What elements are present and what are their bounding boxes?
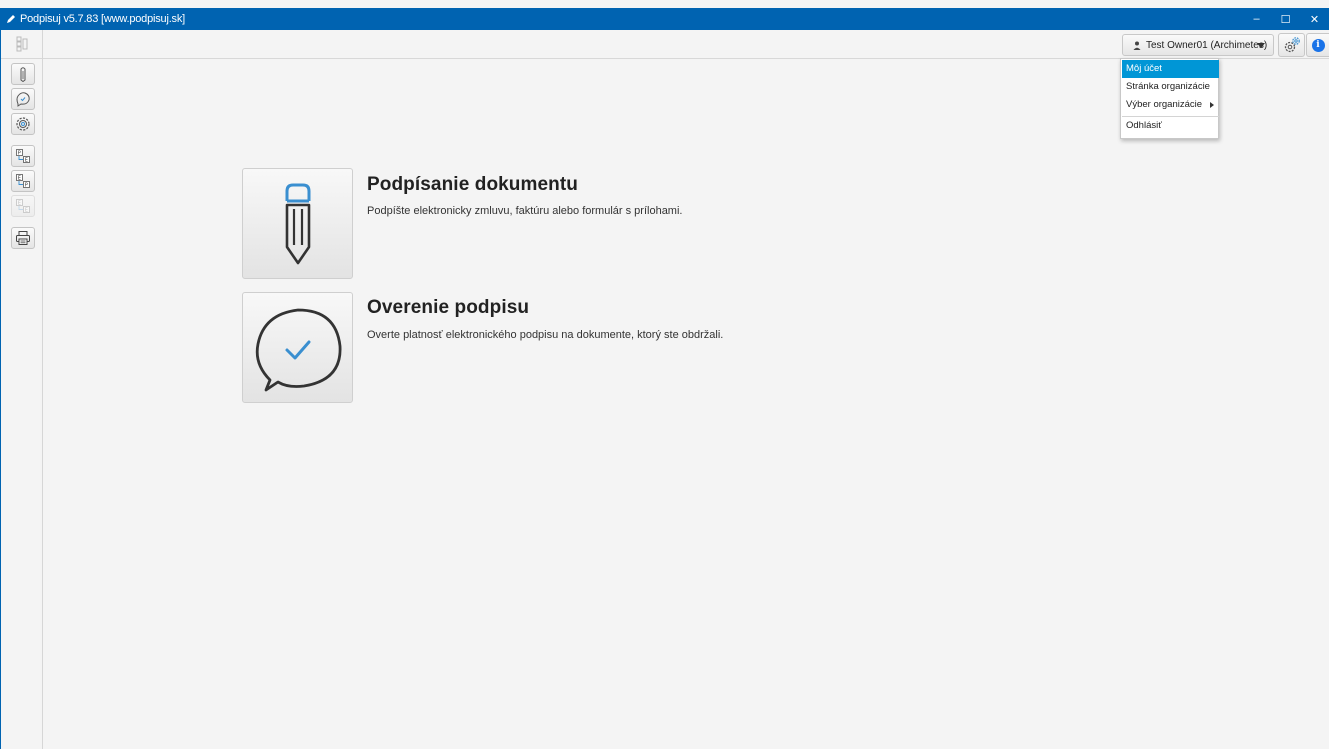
window-title: Podpisuj v5.7.83 [www.podpisuj.sk] xyxy=(20,13,186,25)
sign-tool-button[interactable] xyxy=(11,63,35,85)
svg-text:E: E xyxy=(18,201,21,207)
sidebar-divider xyxy=(42,30,43,749)
export-e-button[interactable]: E P xyxy=(11,170,35,192)
menu-item-select-organization-label: Výber organizácie xyxy=(1126,99,1203,110)
panel-toggle-icon[interactable] xyxy=(9,33,34,55)
gears-icon xyxy=(1284,37,1300,53)
submenu-arrow-icon xyxy=(1210,102,1214,108)
user-account-dropdown[interactable]: Test Owner01 (Archimetes) xyxy=(1122,34,1274,56)
window-titlebar: Podpisuj v5.7.83 [www.podpisuj.sk] – ☐ ✕ xyxy=(0,8,1329,30)
sign-document-title[interactable]: Podpísanie dokumentu xyxy=(367,174,578,196)
chevron-down-icon xyxy=(1257,43,1265,48)
sign-document-button[interactable] xyxy=(242,168,353,279)
print-button[interactable] xyxy=(11,227,35,249)
settings-button[interactable] xyxy=(1278,33,1305,57)
gear-icon xyxy=(16,117,30,131)
verify-signature-title[interactable]: Overenie podpisu xyxy=(367,297,529,319)
info-button[interactable]: i xyxy=(1306,33,1329,57)
export-p-button[interactable]: P E xyxy=(11,145,35,167)
export-disabled-button[interactable]: E E xyxy=(11,195,35,217)
svg-text:P: P xyxy=(18,151,21,157)
window-frame-left xyxy=(0,30,1,749)
maximize-button[interactable]: ☐ xyxy=(1271,8,1300,30)
pen-icon xyxy=(285,183,310,264)
menu-item-select-organization[interactable]: Výber organizácie xyxy=(1122,96,1219,114)
close-button[interactable]: ✕ xyxy=(1300,8,1329,30)
user-name-label: Test Owner01 (Archimetes) xyxy=(1146,39,1268,51)
info-icon: i xyxy=(1311,38,1325,52)
user-icon xyxy=(1133,41,1141,50)
user-dropdown-menu: Môj účet Stránka organizácie Výber organ… xyxy=(1120,58,1219,139)
verify-tool-button[interactable] xyxy=(11,88,35,110)
verify-signature-button[interactable] xyxy=(242,292,353,403)
check-bubble-icon xyxy=(255,308,341,391)
svg-text:E: E xyxy=(25,158,28,164)
verify-bubble-icon xyxy=(16,92,30,107)
minimize-button[interactable]: – xyxy=(1242,8,1271,30)
export-disabled-icon: E E xyxy=(16,199,30,214)
paperclip-pen-icon xyxy=(20,67,26,82)
sign-document-description: Podpíšte elektronicky zmluvu, faktúru al… xyxy=(367,205,683,217)
verify-signature-description: Overte platnosť elektronického podpisu n… xyxy=(367,329,724,341)
settings-tool-button[interactable] xyxy=(11,113,35,135)
svg-text:P: P xyxy=(25,183,28,189)
printer-icon xyxy=(16,231,30,245)
svg-text:E: E xyxy=(18,176,21,182)
menu-item-logout[interactable]: Odhlásiť xyxy=(1122,117,1219,135)
svg-text:E: E xyxy=(25,208,28,214)
pen-logo-icon xyxy=(7,15,15,23)
export-e-icon: E P xyxy=(16,174,30,189)
export-p-icon: P E xyxy=(16,149,30,164)
menu-item-my-account[interactable]: Môj účet xyxy=(1122,60,1219,78)
menu-item-organization-page[interactable]: Stránka organizácie xyxy=(1122,78,1219,96)
